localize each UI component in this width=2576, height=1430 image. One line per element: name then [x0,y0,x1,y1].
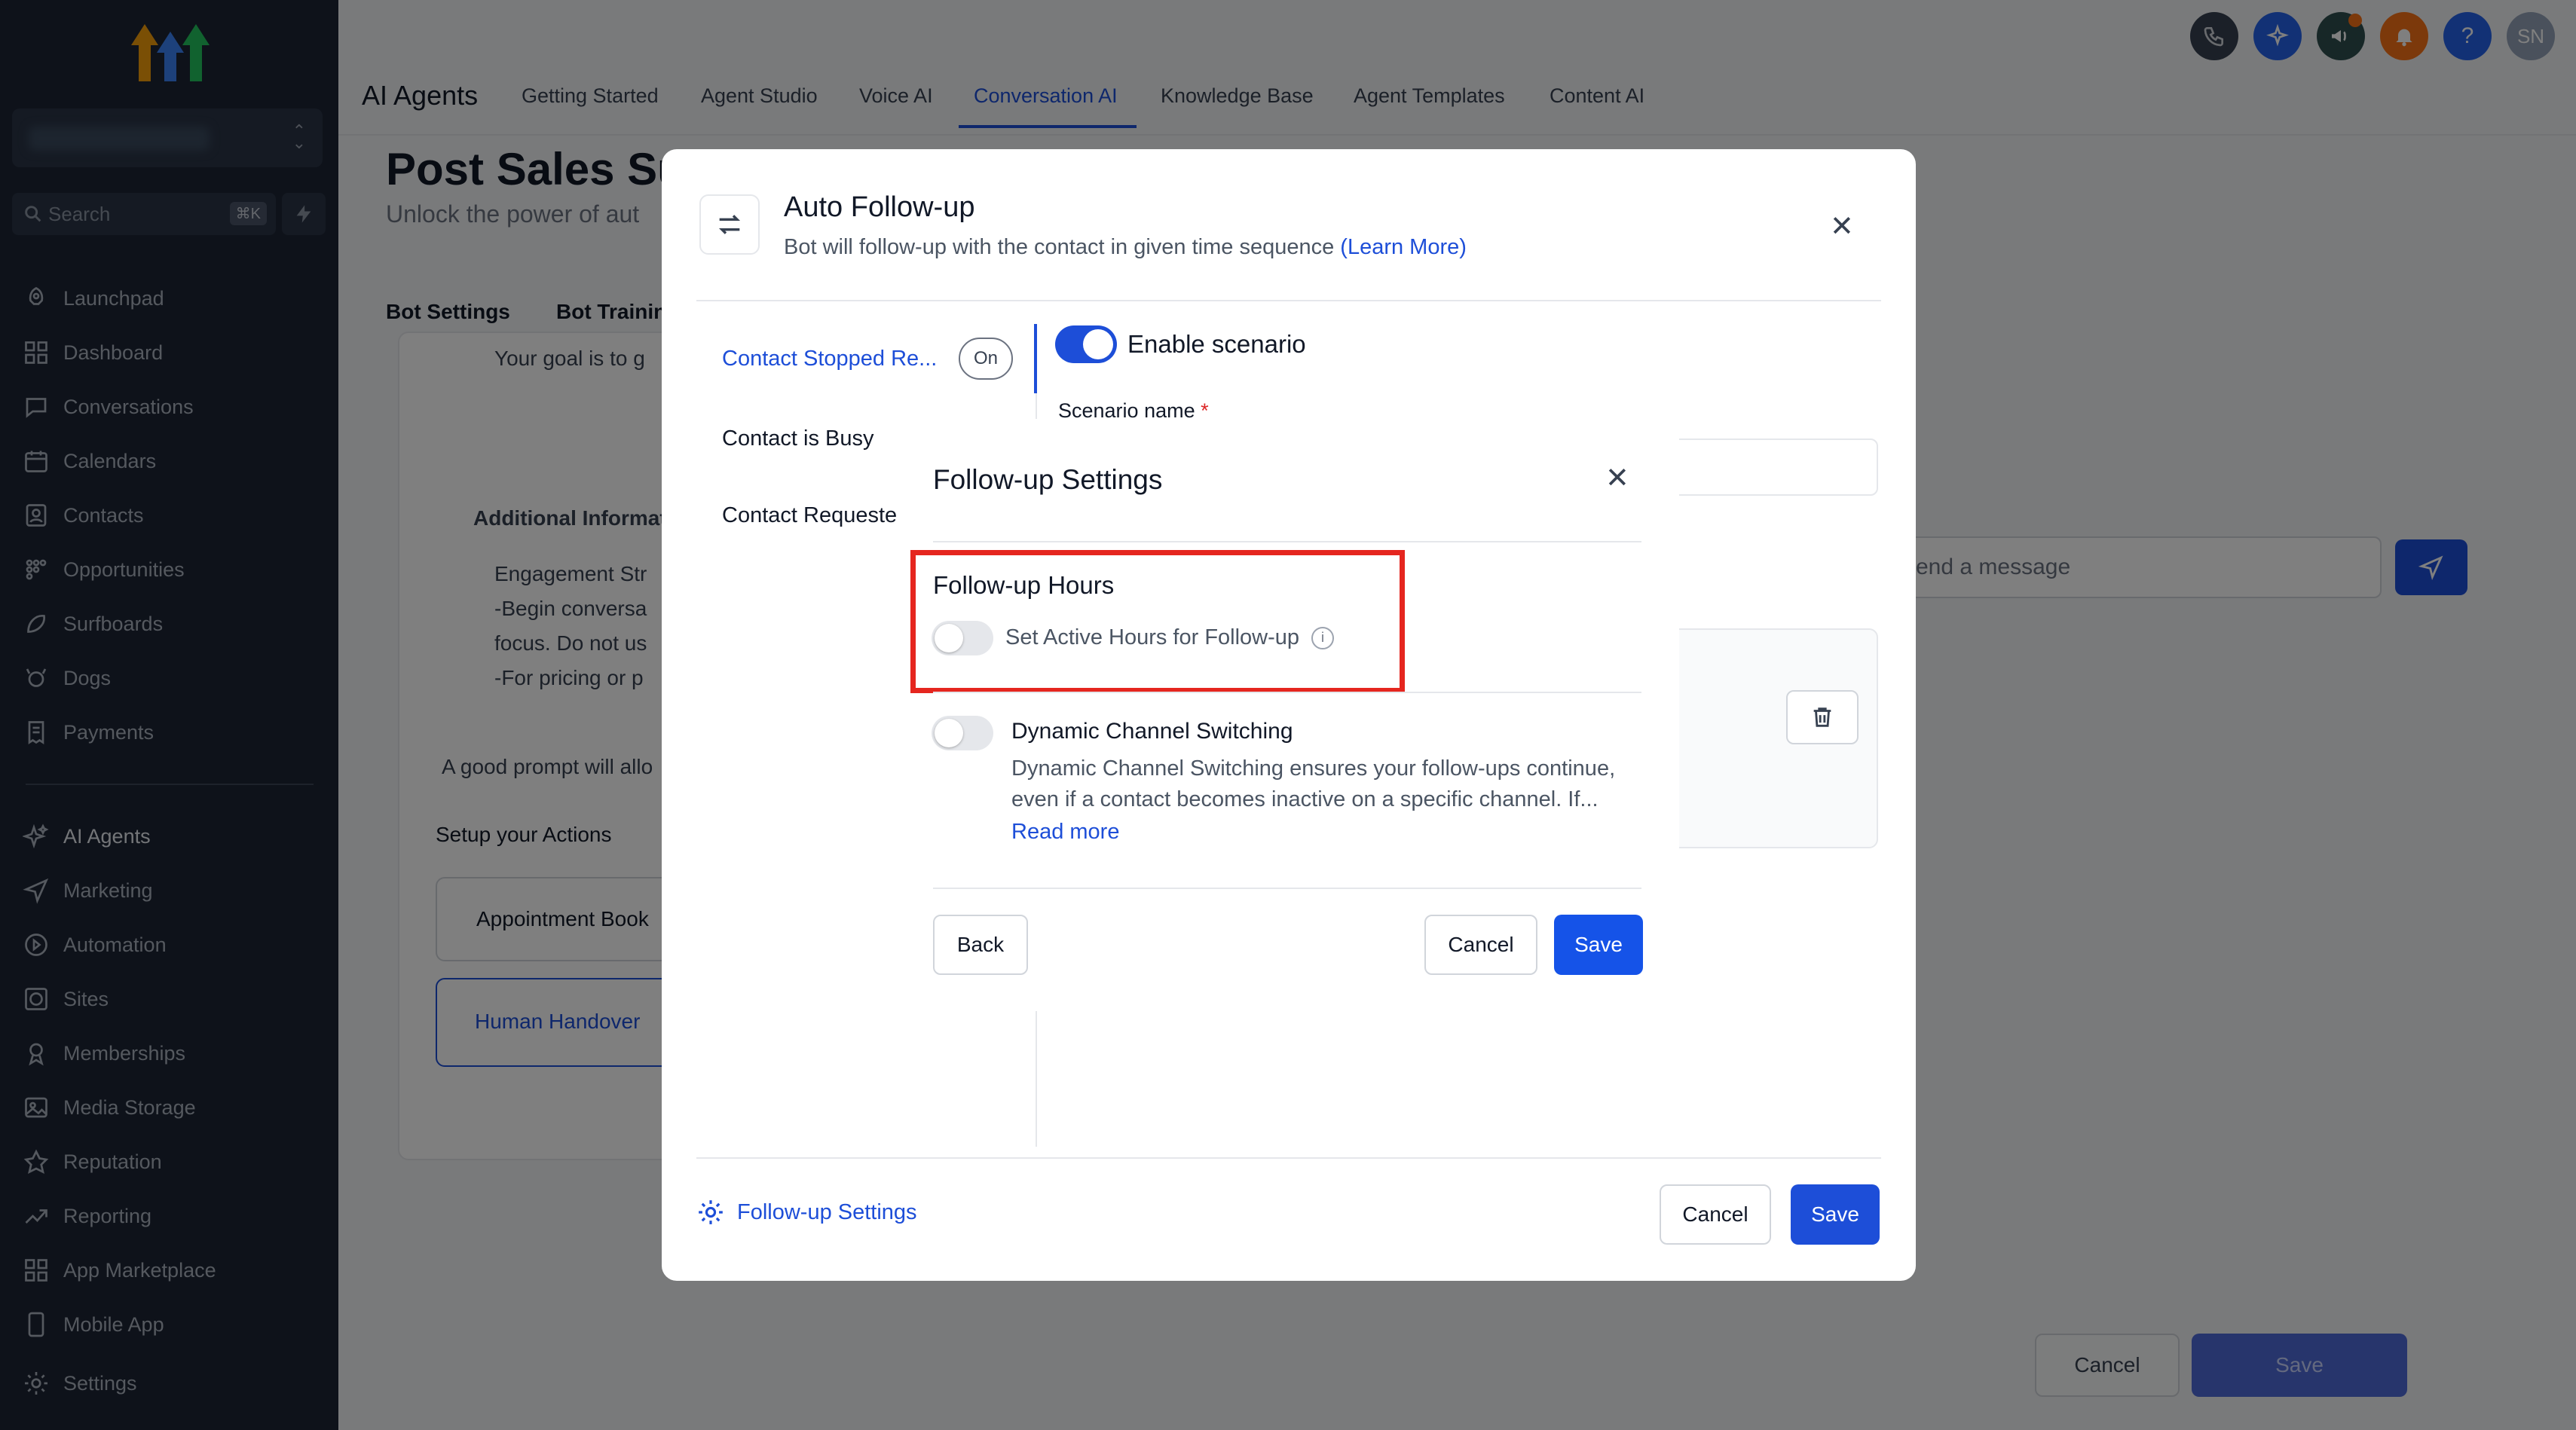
scenario-status-badge: On [959,338,1013,380]
gear-icon [699,1200,723,1224]
auto-followup-cancel-button[interactable]: Cancel [1660,1184,1771,1245]
auto-followup-title: Auto Follow-up [784,191,975,223]
dynamic-channel-description: Dynamic Channel Switching ensures your f… [1011,753,1644,815]
followup-settings-save-button[interactable]: Save [1554,915,1643,975]
enable-scenario-toggle[interactable] [1055,325,1117,363]
followup-settings-title: Follow-up Settings [933,464,1163,495]
trash-icon [1813,707,1831,727]
scenario-contact-busy[interactable]: Contact is Busy [722,426,873,451]
scenario-contact-stopped[interactable]: Contact Stopped Re... [722,347,937,371]
modal-divider [933,541,1641,542]
swap-icon [699,194,760,255]
description-text: Bot will follow-up with the contact in g… [784,235,1335,259]
modal-divider [696,300,1881,301]
enable-scenario-label: Enable scenario [1127,330,1306,358]
auto-followup-save-button[interactable]: Save [1791,1184,1880,1245]
auto-followup-description: Bot will follow-up with the contact in g… [784,235,1467,260]
modal-footer-divider [696,1157,1881,1159]
description-line: even if a contact becomes inactive on a … [1011,787,1599,811]
read-more-link[interactable]: Read more [1011,820,1119,845]
section-divider [933,692,1641,693]
delete-step-button[interactable] [1786,690,1859,744]
followup-settings-label: Follow-up Settings [737,1199,917,1224]
highlight-box [910,550,1405,693]
active-scenario-indicator [1034,324,1037,393]
footer-divider [933,888,1641,889]
dynamic-channel-title: Dynamic Channel Switching [1011,719,1293,744]
close-icon[interactable]: ✕ [1605,461,1629,495]
description-line: Dynamic Channel Switching ensures your f… [1011,756,1616,781]
scenario-contact-requested[interactable]: Contact Requeste [722,503,897,528]
dynamic-channel-toggle[interactable] [932,716,993,750]
followup-settings-link[interactable]: Follow-up Settings [696,1198,917,1227]
learn-more-link[interactable]: (Learn More) [1340,235,1467,259]
close-icon[interactable]: ✕ [1830,209,1854,243]
back-button[interactable]: Back [933,915,1028,975]
followup-settings-cancel-button[interactable]: Cancel [1424,915,1537,975]
